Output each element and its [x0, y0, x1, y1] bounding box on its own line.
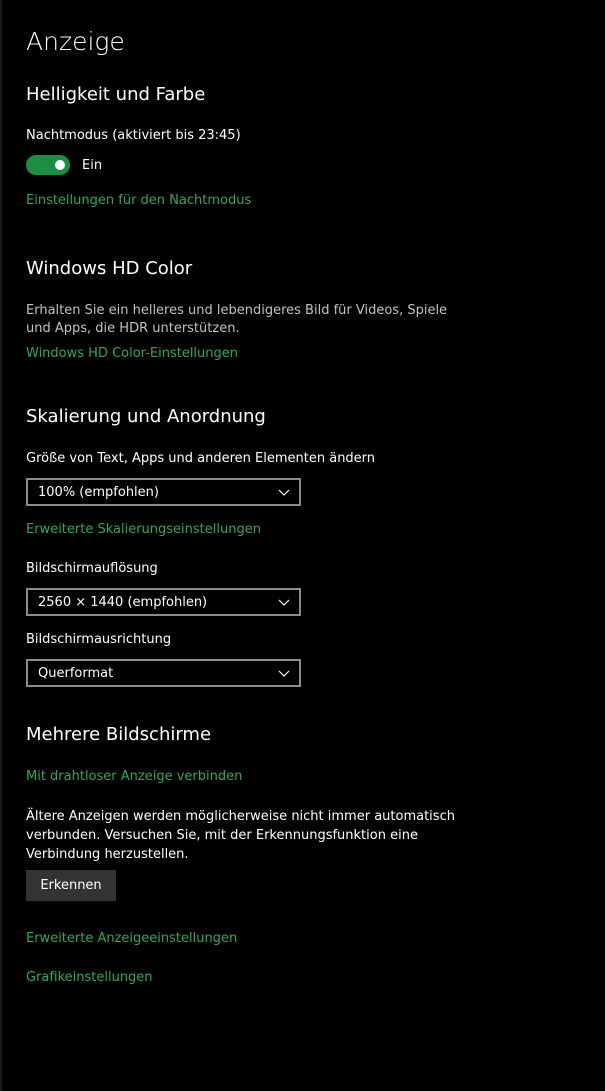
- scaling-size-label: Größe von Text, Apps und anderen Element…: [26, 451, 376, 466]
- night-mode-state: Ein: [82, 158, 103, 173]
- window-edge: [0, 0, 2, 1091]
- resolution-value: 2560 × 1440 (empfohlen): [38, 595, 208, 610]
- chevron-down-icon: [278, 670, 290, 677]
- section-title-hd-color: Windows HD Color: [26, 258, 193, 279]
- orientation-label: Bildschirmausrichtung: [26, 632, 172, 647]
- detect-button[interactable]: Erkennen: [26, 870, 116, 901]
- night-mode-label: Nachtmodus (aktiviert bis 23:45): [26, 128, 241, 143]
- toggle-knob: [55, 160, 65, 170]
- hd-color-description: Erhalten Sie ein helleres und lebendiger…: [26, 303, 448, 336]
- resolution-dropdown[interactable]: 2560 × 1440 (empfohlen): [26, 588, 301, 616]
- orientation-dropdown[interactable]: Querformat: [26, 659, 301, 687]
- section-title-brightness: Helligkeit und Farbe: [26, 84, 206, 105]
- night-mode-settings-link[interactable]: Einstellungen für den Nachtmodus: [26, 192, 251, 210]
- resolution-label: Bildschirmauflösung: [26, 561, 158, 576]
- advanced-scaling-link[interactable]: Erweiterte Skalierungseinstellungen: [26, 521, 261, 539]
- section-title-multi-display: Mehrere Bildschirme: [26, 724, 212, 745]
- multi-display-info: Ältere Anzeigen werden möglicherweise ni…: [26, 809, 455, 862]
- chevron-down-icon: [278, 599, 290, 606]
- orientation-value: Querformat: [38, 666, 114, 681]
- scaling-size-dropdown[interactable]: 100% (empfohlen): [26, 478, 301, 506]
- chevron-down-icon: [278, 489, 290, 496]
- hd-color-settings-link[interactable]: Windows HD Color-Einstellungen: [26, 345, 238, 363]
- wireless-display-link[interactable]: Mit drahtloser Anzeige verbinden: [26, 768, 242, 786]
- page-title: Anzeige: [26, 27, 125, 56]
- night-mode-toggle[interactable]: [26, 155, 70, 175]
- graphics-settings-link[interactable]: Grafikeinstellungen: [26, 969, 153, 987]
- scaling-size-value: 100% (empfohlen): [38, 485, 159, 500]
- advanced-display-settings-link[interactable]: Erweiterte Anzeigeeinstellungen: [26, 930, 237, 948]
- section-title-scaling: Skalierung und Anordnung: [26, 406, 266, 427]
